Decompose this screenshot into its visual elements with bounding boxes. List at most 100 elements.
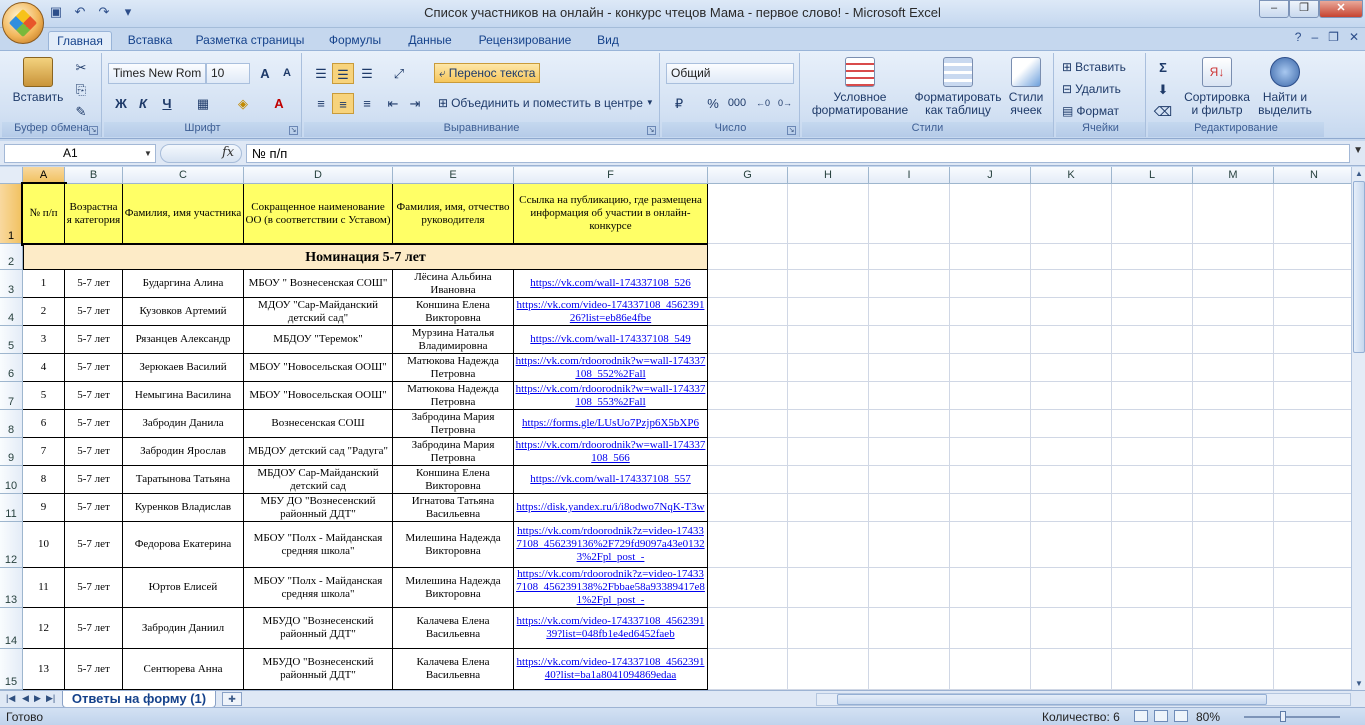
number-format-select[interactable]: Общий — [666, 63, 794, 84]
zoom-slider[interactable] — [1244, 716, 1340, 718]
table-cell[interactable]: Коншина Елена Викторовна — [393, 466, 514, 494]
decrease-decimal-icon[interactable]: 0→ — [774, 93, 796, 114]
empty-cell[interactable] — [708, 649, 788, 690]
row-header-8[interactable]: 8 — [0, 410, 23, 438]
empty-cell[interactable] — [708, 382, 788, 410]
empty-cell[interactable] — [1031, 298, 1112, 326]
column-header-g[interactable]: G — [708, 167, 788, 184]
empty-cell[interactable] — [1274, 382, 1351, 410]
empty-cell[interactable] — [708, 184, 788, 244]
column-header-b[interactable]: B — [65, 167, 123, 184]
format-painter-icon[interactable]: ✎ — [70, 101, 92, 122]
table-cell[interactable]: 3 — [23, 326, 65, 354]
empty-cell[interactable] — [950, 298, 1031, 326]
insert-cells-button[interactable]: ⊞ Вставить — [1062, 57, 1126, 77]
zoom-level[interactable]: 80% — [1196, 710, 1220, 724]
link-cell[interactable]: https://disk.yandex.ru/i/i8odwo7NqK-T3w — [514, 494, 708, 522]
header-cell[interactable]: Возрастна я категория — [65, 184, 123, 244]
empty-cell[interactable] — [708, 244, 788, 270]
empty-cell[interactable] — [1193, 410, 1274, 438]
insert-function-icon[interactable]: fx — [222, 145, 234, 160]
empty-cell[interactable] — [788, 522, 869, 568]
row-header-3[interactable]: 3 — [0, 270, 23, 298]
table-cell[interactable]: Немыгина Василина — [123, 382, 244, 410]
link-cell[interactable]: https://vk.com/rdoorodnik?z=video-174337… — [514, 568, 708, 608]
empty-cell[interactable] — [1112, 244, 1193, 270]
empty-cell[interactable] — [869, 270, 950, 298]
empty-cell[interactable] — [1031, 410, 1112, 438]
fill-icon[interactable]: ⬇ — [1152, 79, 1174, 100]
empty-cell[interactable] — [1031, 494, 1112, 522]
currency-icon[interactable]: ₽ — [668, 93, 690, 114]
row-header-15[interactable]: 15 — [0, 649, 23, 690]
vertical-scroll-thumb[interactable] — [1353, 181, 1365, 353]
empty-cell[interactable] — [1193, 494, 1274, 522]
link-cell[interactable]: https://vk.com/rdoorodnik?z=video-174337… — [514, 522, 708, 568]
empty-cell[interactable] — [1031, 382, 1112, 410]
row-header-2[interactable]: 2 — [0, 244, 23, 270]
empty-cell[interactable] — [788, 354, 869, 382]
link-cell[interactable]: https://vk.com/video-174337108_456239140… — [514, 649, 708, 690]
empty-cell[interactable] — [1274, 608, 1351, 649]
table-cell[interactable]: Сентюрева Анна — [123, 649, 244, 690]
table-cell[interactable]: МБДОУ "Теремок" — [244, 326, 393, 354]
empty-cell[interactable] — [1193, 438, 1274, 466]
empty-cell[interactable] — [1112, 184, 1193, 244]
conditional-format-button[interactable]: Условное форматирование — [806, 57, 914, 117]
empty-cell[interactable] — [950, 184, 1031, 244]
table-cell[interactable]: 5-7 лет — [65, 354, 123, 382]
row-header-9[interactable]: 9 — [0, 438, 23, 466]
empty-cell[interactable] — [950, 466, 1031, 494]
empty-cell[interactable] — [1193, 522, 1274, 568]
row-header-5[interactable]: 5 — [0, 326, 23, 354]
empty-cell[interactable] — [708, 568, 788, 608]
format-as-table-button[interactable]: Форматировать как таблицу — [910, 57, 1006, 117]
column-header-d[interactable]: D — [244, 167, 393, 184]
empty-cell[interactable] — [788, 466, 869, 494]
empty-cell[interactable] — [869, 298, 950, 326]
link-cell[interactable]: https://vk.com/wall-174337108_549 — [514, 326, 708, 354]
column-header-i[interactable]: I — [869, 167, 950, 184]
empty-cell[interactable] — [788, 494, 869, 522]
first-sheet-icon[interactable]: |◀ — [6, 693, 15, 704]
empty-cell[interactable] — [869, 649, 950, 690]
table-cell[interactable]: 5-7 лет — [65, 608, 123, 649]
header-cell[interactable]: Ссылка на публикацию, где размещена инфо… — [514, 184, 708, 244]
column-header-k[interactable]: K — [1031, 167, 1112, 184]
empty-cell[interactable] — [1274, 649, 1351, 690]
horizontal-scroll-thumb[interactable] — [837, 694, 1267, 705]
empty-cell[interactable] — [1274, 354, 1351, 382]
alignment-launcher-icon[interactable]: ↘ — [647, 126, 656, 135]
font-size-select[interactable]: 10 — [206, 63, 250, 84]
empty-cell[interactable] — [1193, 466, 1274, 494]
tab-page-layout[interactable]: Разметка страницы — [190, 31, 310, 50]
empty-cell[interactable] — [950, 608, 1031, 649]
last-sheet-icon[interactable]: ▶| — [46, 693, 55, 704]
link-cell[interactable]: https://vk.com/rdoorodnik?w=wall-1743371… — [514, 438, 708, 466]
formula-input[interactable]: № п/п — [246, 144, 1350, 163]
italic-button[interactable]: К — [132, 93, 154, 114]
tab-review[interactable]: Рецензирование — [472, 31, 578, 50]
empty-cell[interactable] — [1193, 608, 1274, 649]
empty-cell[interactable] — [788, 438, 869, 466]
table-cell[interactable]: 5-7 лет — [65, 649, 123, 690]
tab-insert[interactable]: Вставка — [122, 31, 178, 50]
table-cell[interactable]: 5 — [23, 382, 65, 410]
copy-icon[interactable]: ⎘ — [70, 79, 92, 100]
table-cell[interactable]: Зерюкаев Василий — [123, 354, 244, 382]
underline-button[interactable]: Ч — [156, 93, 178, 114]
table-cell[interactable]: МБОУ " Вознесенская СОШ" — [244, 270, 393, 298]
empty-cell[interactable] — [1274, 410, 1351, 438]
table-cell[interactable]: Юртов Елисей — [123, 568, 244, 608]
empty-cell[interactable] — [788, 608, 869, 649]
ribbon-restore-icon[interactable]: ❐ — [1328, 30, 1339, 44]
table-cell[interactable]: Милешина Надежда Викторовна — [393, 522, 514, 568]
table-cell[interactable]: МБОУ "Полх - Майданская средняя школа" — [244, 568, 393, 608]
close-button[interactable]: ✕ — [1319, 0, 1363, 18]
page-layout-view-icon[interactable] — [1154, 710, 1168, 722]
table-cell[interactable]: МДОУ "Сар-Майданский детский сад" — [244, 298, 393, 326]
align-bottom-icon[interactable]: ☰ — [356, 63, 378, 84]
name-box[interactable]: A1 — [4, 144, 156, 163]
table-cell[interactable]: Игнатова Татьяна Васильевна — [393, 494, 514, 522]
column-header-j[interactable]: J — [950, 167, 1031, 184]
